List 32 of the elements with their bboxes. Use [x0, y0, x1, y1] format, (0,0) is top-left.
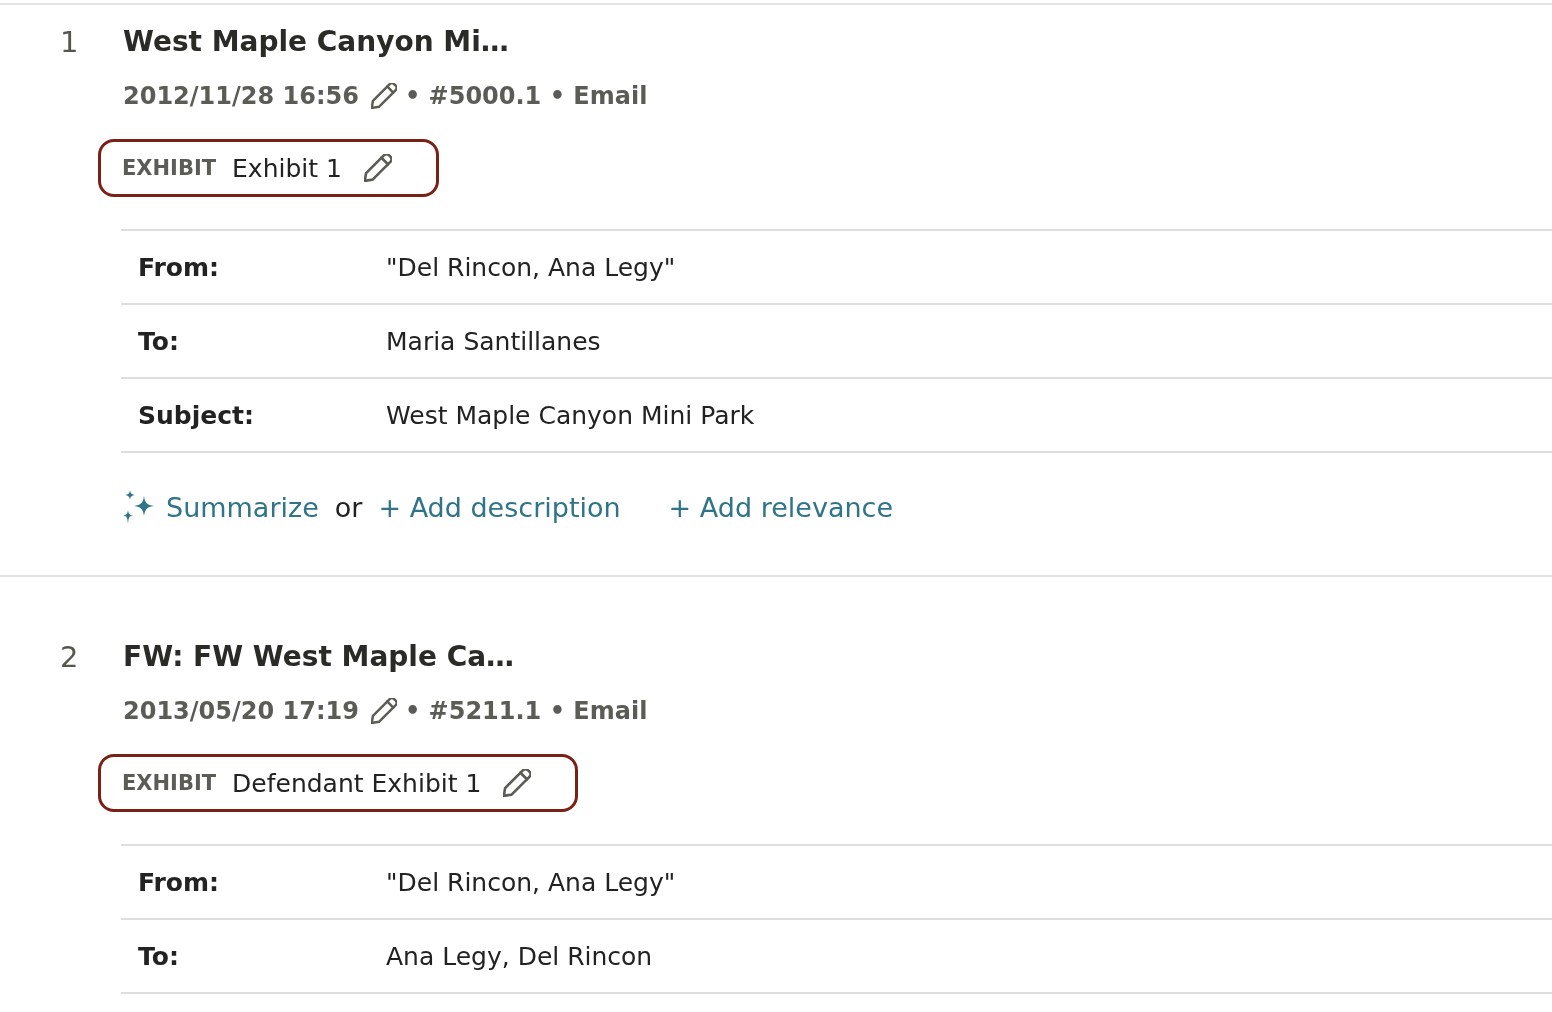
document-number: 1: [60, 24, 79, 61]
pencil-icon[interactable]: [370, 83, 397, 109]
exhibit-name: Defendant Exhibit 1: [232, 768, 482, 798]
document-date: 2013/05/20 17:19: [123, 696, 359, 727]
field-label: To:: [121, 919, 386, 993]
document-number: 2: [60, 639, 79, 676]
exhibit-tag[interactable]: EXHIBIT Defendant Exhibit 1: [98, 754, 579, 812]
field-label: From:: [121, 845, 386, 919]
document-title[interactable]: FW: FW West Maple Ca…: [123, 637, 515, 677]
summarize-link[interactable]: Summarize: [123, 490, 319, 524]
field-value: Ana Legy, Del Rincon: [386, 919, 1552, 993]
exhibit-tag[interactable]: EXHIBIT Exhibit 1: [98, 139, 439, 197]
field-label: Subject:: [121, 378, 386, 452]
pencil-icon[interactable]: [370, 698, 397, 724]
document-details: • #5000.1 • Email: [404, 81, 648, 112]
field-value: "Del Rincon, Ana Legy": [386, 230, 1552, 304]
or-text: or: [334, 491, 363, 523]
exhibit-name: Exhibit 1: [232, 153, 342, 183]
field-value: "Del Rincon, Ana Legy": [386, 845, 1552, 919]
add-description-link[interactable]: + Add description: [378, 491, 621, 523]
document-title[interactable]: West Maple Canyon Mi…: [123, 22, 509, 62]
field-value: West Maple Canyon Mini Park: [386, 378, 1552, 452]
document-date: 2012/11/28 16:56: [123, 81, 359, 112]
document-details: • #5211.1 • Email: [404, 696, 648, 727]
field-label: To:: [121, 304, 386, 378]
field-value: Maria Santillanes: [386, 304, 1552, 378]
exhibit-label: EXHIBIT: [122, 156, 217, 180]
field-label: From:: [121, 230, 386, 304]
pencil-icon[interactable]: [363, 154, 392, 182]
pencil-icon[interactable]: [503, 769, 532, 797]
add-relevance-link[interactable]: + Add relevance: [668, 491, 893, 523]
exhibit-label: EXHIBIT: [122, 771, 217, 795]
